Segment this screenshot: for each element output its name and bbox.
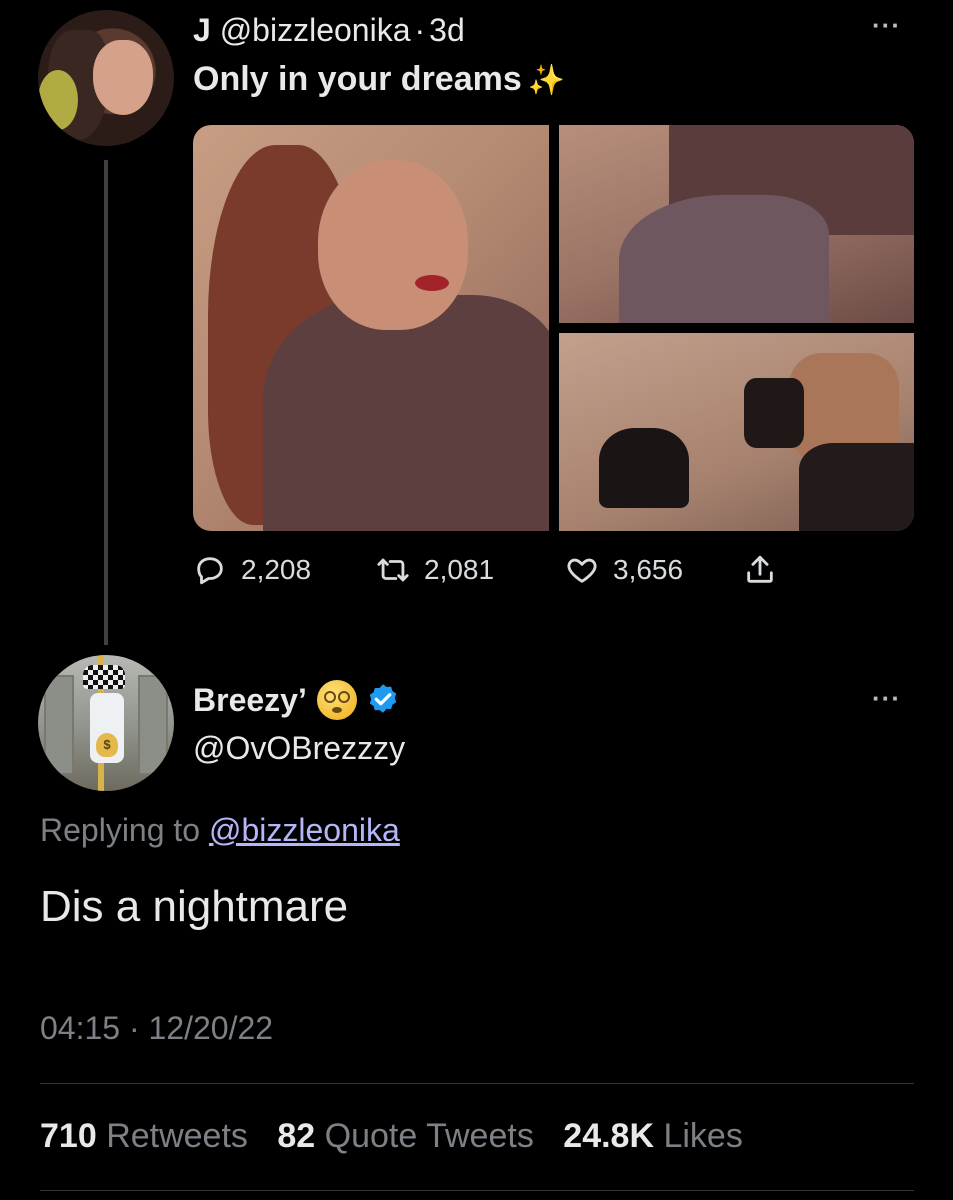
reply-engagement-stats: 710 Retweets 82 Quote Tweets 24.8K Likes xyxy=(40,1117,763,1156)
original-handle[interactable]: @bizzleonika xyxy=(220,12,411,48)
thread-connector-line xyxy=(104,160,108,645)
original-tweet-header: J @bizzleonika · 3d xyxy=(193,12,465,49)
header-separator: · xyxy=(414,12,426,48)
reply-display-name[interactable]: Breezy’ xyxy=(193,682,307,719)
verified-badge-icon[interactable] xyxy=(365,682,401,718)
reply-icon xyxy=(197,557,223,585)
divider xyxy=(40,1083,914,1084)
reply-tweet-text: Dis a nightmare xyxy=(40,882,349,931)
replying-to-mention[interactable]: @bizzleonika xyxy=(209,812,400,848)
media-photo-3[interactable] xyxy=(559,333,914,531)
reply-button[interactable]: 2,208 xyxy=(193,553,311,587)
retweet-button[interactable]: 2,081 xyxy=(376,553,494,587)
share-icon xyxy=(747,555,773,583)
media-grid xyxy=(193,125,914,531)
original-tweet-actions: 2,208 2,081 3,656 xyxy=(193,553,813,593)
like-button[interactable]: 3,656 xyxy=(565,553,683,587)
likes-stat[interactable]: 24.8K Likes xyxy=(563,1117,763,1155)
more-icon[interactable]: ··· xyxy=(872,683,901,714)
dizzy-face-icon xyxy=(316,680,357,720)
share-button[interactable] xyxy=(743,553,791,587)
divider xyxy=(40,1190,914,1191)
media-photo-2[interactable] xyxy=(559,125,914,323)
media-photo-1[interactable] xyxy=(193,125,549,531)
avatar-ovobrezzzy[interactable]: $ xyxy=(38,655,174,791)
retweets-stat[interactable]: 710 Retweets xyxy=(40,1117,268,1155)
original-tweet-body: Only in your dreams xyxy=(193,60,522,98)
quote-tweets-stat[interactable]: 82 Quote Tweets xyxy=(277,1117,553,1155)
reply-handle[interactable]: @OvOBrezzzy xyxy=(193,730,405,767)
original-tweet-text: Only in your dreams ✨ xyxy=(193,60,565,99)
retweet-count: 2,081 xyxy=(424,554,495,585)
original-tweet-age[interactable]: 3d xyxy=(429,12,465,48)
sparkles-icon: ✨ xyxy=(527,64,566,97)
more-icon[interactable]: ··· xyxy=(872,10,901,41)
reply-count: 2,208 xyxy=(241,554,312,585)
replying-to-line: Replying to @bizzleonika xyxy=(40,812,400,849)
reply-author-row: Breezy’ xyxy=(193,680,401,720)
reply-timestamp[interactable]: 04:15 · 12/20/22 xyxy=(40,1010,273,1047)
like-count: 3,656 xyxy=(613,554,684,585)
replying-prefix: Replying to xyxy=(40,812,201,848)
original-display-name[interactable]: J xyxy=(193,12,211,48)
like-icon xyxy=(567,558,597,583)
avatar-bizzleonika[interactable] xyxy=(38,10,174,146)
retweet-icon xyxy=(377,558,409,582)
